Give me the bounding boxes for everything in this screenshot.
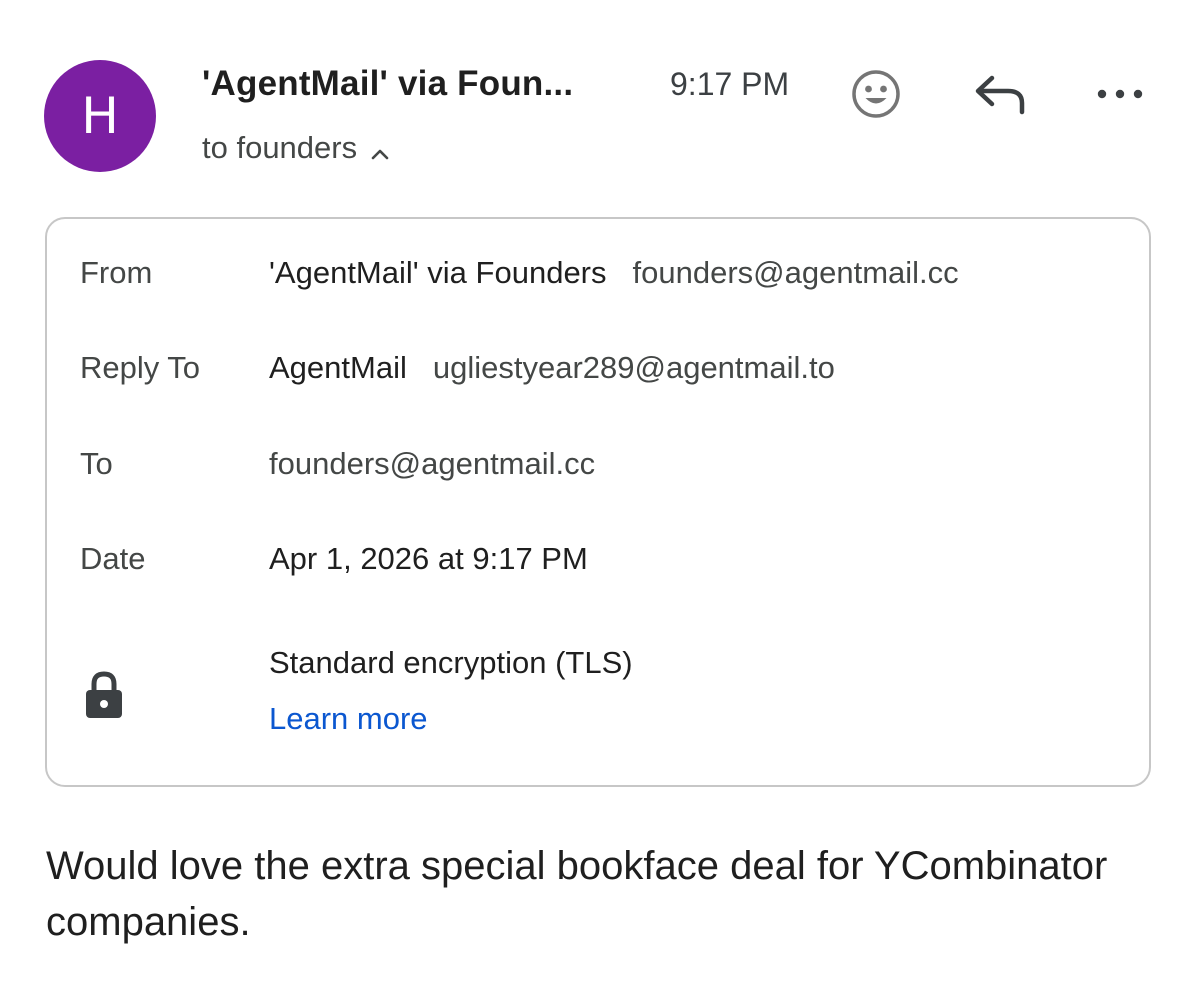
add-reaction-button[interactable] (846, 66, 906, 126)
date-label: Date (80, 541, 146, 576)
reply-arrow-icon (972, 72, 1028, 121)
date-value: Apr 1, 2026 at 9:17 PM (269, 541, 588, 576)
smiley-icon (850, 68, 902, 125)
avatar-letter: H (81, 87, 119, 145)
message-details-card: From 'AgentMail' via Founders founders@ag… (45, 217, 1151, 787)
from-name: 'AgentMail' via Founders (269, 255, 607, 290)
reply-to-value: AgentMail ugliestyear289@agentmail.to (269, 350, 835, 386)
chevron-up-icon (369, 137, 391, 160)
reply-to-label: Reply To (80, 350, 201, 385)
reply-to-name: AgentMail (269, 350, 407, 385)
sender-name[interactable]: 'AgentMail' via Foun... (202, 64, 573, 104)
more-options-button[interactable] (1090, 66, 1150, 126)
from-label: From (80, 255, 153, 290)
more-horizontal-icon (1096, 87, 1144, 105)
from-address[interactable]: founders@agentmail.cc (633, 255, 959, 290)
recipients-toggle[interactable]: to founders (202, 130, 391, 166)
lock-icon (85, 671, 123, 719)
recipients-summary: to founders (202, 130, 358, 165)
reply-to-address[interactable]: ugliestyear289@agentmail.to (433, 350, 835, 385)
to-label: To (80, 446, 113, 481)
reply-button[interactable] (966, 66, 1034, 126)
encryption-status: Standard encryption (TLS) (269, 645, 633, 680)
to-address[interactable]: founders@agentmail.cc (269, 446, 595, 482)
from-value: 'AgentMail' via Founders founders@agentma… (269, 255, 959, 291)
learn-more-link[interactable]: Learn more (269, 701, 428, 737)
message-body: Would love the extra special bookface de… (46, 844, 1108, 944)
avatar[interactable]: H (44, 60, 156, 172)
message-time: 9:17 PM (670, 66, 790, 102)
